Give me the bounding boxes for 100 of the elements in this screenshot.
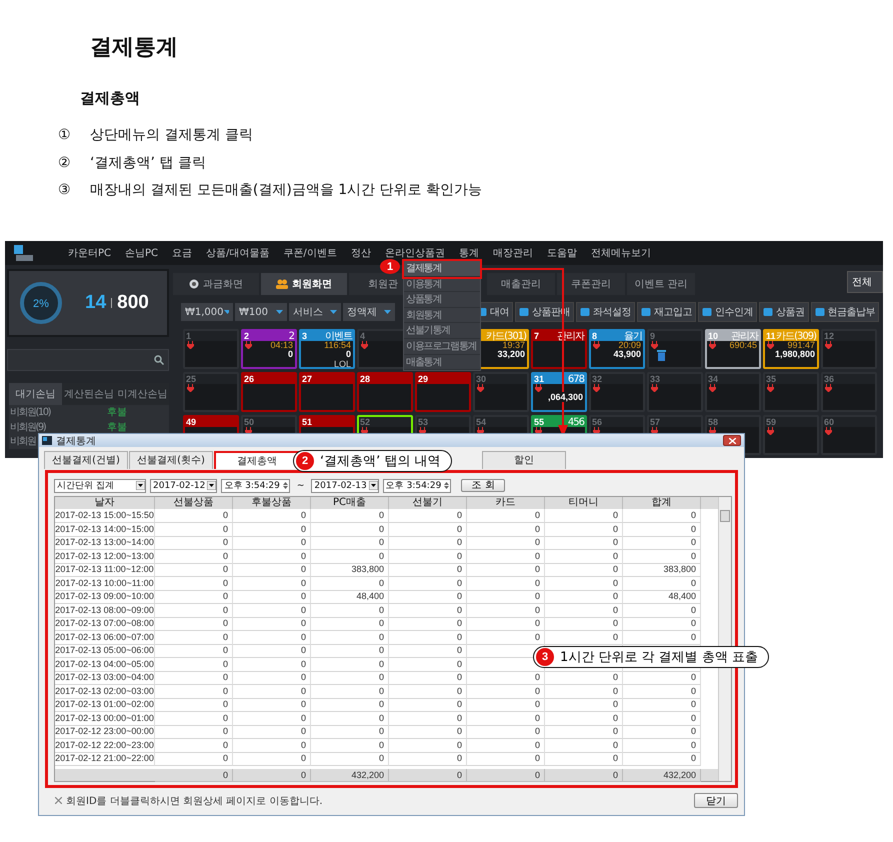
seat-tile[interactable]: 28: [357, 372, 413, 412]
screen-tab[interactable]: 회원화면: [261, 273, 347, 295]
logo-icon: [13, 244, 35, 262]
table-cell: 0: [456, 591, 462, 601]
seat-tile[interactable]: 10 관리자 690:45: [705, 329, 761, 369]
seat-tile[interactable]: 31 678 ,064,300: [531, 372, 587, 412]
close-button[interactable]: [723, 435, 741, 446]
seat-number: 52: [360, 417, 370, 427]
mode-dropdown[interactable]: 시간단위 집계: [54, 478, 146, 492]
column-header: 날자: [55, 497, 155, 509]
seat-tile[interactable]: 3 이벤트 116:54 0 LOL: [299, 329, 355, 369]
seat-tile[interactable]: 26: [241, 372, 297, 412]
date-field[interactable]: 2017-02-12: [150, 478, 218, 492]
close-button[interactable]: 닫기: [694, 793, 738, 808]
toolbar-button[interactable]: 현금출납부: [810, 302, 879, 322]
search-field[interactable]: [7, 349, 169, 371]
table-cell: 0: [534, 726, 540, 736]
menu-item[interactable]: 쿠폰/이벤트: [283, 246, 337, 260]
search-button[interactable]: 조 회: [461, 479, 506, 492]
price-dropdown[interactable]: 서비스: [289, 303, 341, 321]
caret-icon: [207, 481, 216, 490]
menu-item[interactable]: 손님PC: [125, 246, 158, 260]
table-cell: 0: [378, 658, 384, 668]
table-cell: 0: [456, 726, 462, 736]
seat-tile[interactable]: 11카드(309) 991:47 1,980,800: [763, 329, 819, 369]
table-cell: 0: [534, 740, 540, 750]
dialog-tab[interactable]: 할인: [482, 451, 566, 469]
screen-tab[interactable]: 쿠폰관리: [557, 273, 625, 295]
table-cell: 0: [690, 726, 696, 736]
screen-tab[interactable]: 과금화면: [173, 273, 259, 295]
table-cell: 0: [378, 578, 384, 588]
table-cell: 383,800: [351, 564, 384, 574]
menu-item[interactable]: 카운터PC: [68, 246, 112, 260]
table-cell: 0: [690, 699, 696, 709]
toolbar-button[interactable]: 인수인계: [698, 302, 757, 322]
square-icon: [641, 307, 651, 317]
time-field[interactable]: 오후 3:54:29: [382, 478, 452, 492]
customer-tab[interactable]: 계산된손님: [62, 383, 116, 405]
menu-item[interactable]: 결제통계: [404, 261, 480, 277]
table-cell: 0: [690, 578, 696, 588]
menu-item[interactable]: 요금: [172, 246, 192, 260]
callout-text: ‘결제총액’ 탭의 내역: [320, 453, 441, 470]
window-title: 결제통계: [56, 434, 96, 448]
spinner-icon: [443, 481, 450, 490]
price-dropdown[interactable]: 정액제: [343, 303, 395, 321]
menu-item[interactable]: 회원통계: [404, 308, 480, 324]
table-cell: 0: [612, 712, 618, 722]
menu-item[interactable]: 전체메뉴보기: [590, 246, 651, 260]
table-cell: 0: [222, 537, 228, 547]
date-field[interactable]: 2017-02-13: [311, 478, 379, 492]
menu-item[interactable]: 통계: [458, 246, 479, 260]
seat-tile[interactable]: 27: [299, 372, 355, 412]
customer-tab[interactable]: 대기손님: [9, 383, 62, 405]
dialog-tab[interactable]: 선불결제(건별): [44, 451, 128, 469]
table-cell: 0: [534, 604, 540, 614]
dialog-tab[interactable]: 선불결제(횟수): [129, 451, 213, 469]
price-dropdown[interactable]: ₩1,000: [181, 303, 233, 321]
table-cell: 48,400: [356, 591, 384, 601]
toolbar-button[interactable]: 재고입고: [637, 302, 696, 322]
menu-item[interactable]: 매장관리: [492, 246, 533, 260]
dialog-tab[interactable]: 결제총액: [214, 451, 300, 469]
seat-number: 35: [766, 374, 776, 384]
table-cell: 0: [534, 712, 540, 722]
seat-tile[interactable]: 29: [415, 372, 471, 412]
caret-icon: [224, 310, 229, 314]
screen-tab[interactable]: 매출관리: [487, 273, 555, 295]
menu-item[interactable]: 정산: [350, 246, 371, 260]
menu-item[interactable]: 이용통계: [404, 276, 480, 292]
customer-tab[interactable]: 미계산손님: [116, 383, 169, 405]
menu-item[interactable]: 상품통계: [404, 292, 480, 308]
menu-item[interactable]: 선불기통계: [404, 323, 480, 339]
callout-text: 1시간 단위로 각 결제별 총액 표출: [560, 649, 758, 666]
screen-tab[interactable]: 이벤트 관리: [627, 273, 695, 295]
seat-tile[interactable]: 8 율기 20:09 43,900: [589, 329, 645, 369]
seat-number: 31: [534, 374, 544, 384]
menu-item[interactable]: 온라인상품권: [384, 246, 445, 260]
toolbar-button[interactable]: 좌석설정: [576, 302, 635, 322]
seat-tile[interactable]: 2 2 04:13 0: [241, 329, 297, 369]
price-dropdown[interactable]: ₩100: [235, 303, 287, 321]
table-cell: 0: [378, 726, 384, 736]
all-button[interactable]: 전체: [847, 271, 883, 293]
x-icon: [55, 797, 62, 804]
table-cell: 2017-02-12 22:00~23:00: [55, 740, 154, 750]
menu-item[interactable]: 이용프로그램통계: [404, 338, 480, 355]
total-cell: 0: [456, 770, 462, 780]
time-field[interactable]: 오후 3:54:29: [221, 478, 290, 492]
table-cell: 0: [456, 753, 462, 763]
table-cell: 0: [222, 658, 228, 668]
table-cell: 0: [612, 686, 618, 696]
table-cell: 0: [378, 537, 384, 547]
table-cell: 0: [222, 740, 228, 750]
toolbar-button[interactable]: 상품권: [759, 302, 808, 322]
table-cell: 0: [612, 618, 618, 628]
menu-item[interactable]: 상품/대여물품: [206, 246, 270, 260]
table-cell: 0: [222, 699, 228, 709]
seat-number: 54: [476, 417, 486, 427]
table-cell: 0: [300, 645, 306, 655]
menu-item[interactable]: 매출통계: [404, 354, 480, 370]
table-cell: 0: [456, 510, 462, 520]
menu-item[interactable]: 도움말: [546, 246, 577, 260]
